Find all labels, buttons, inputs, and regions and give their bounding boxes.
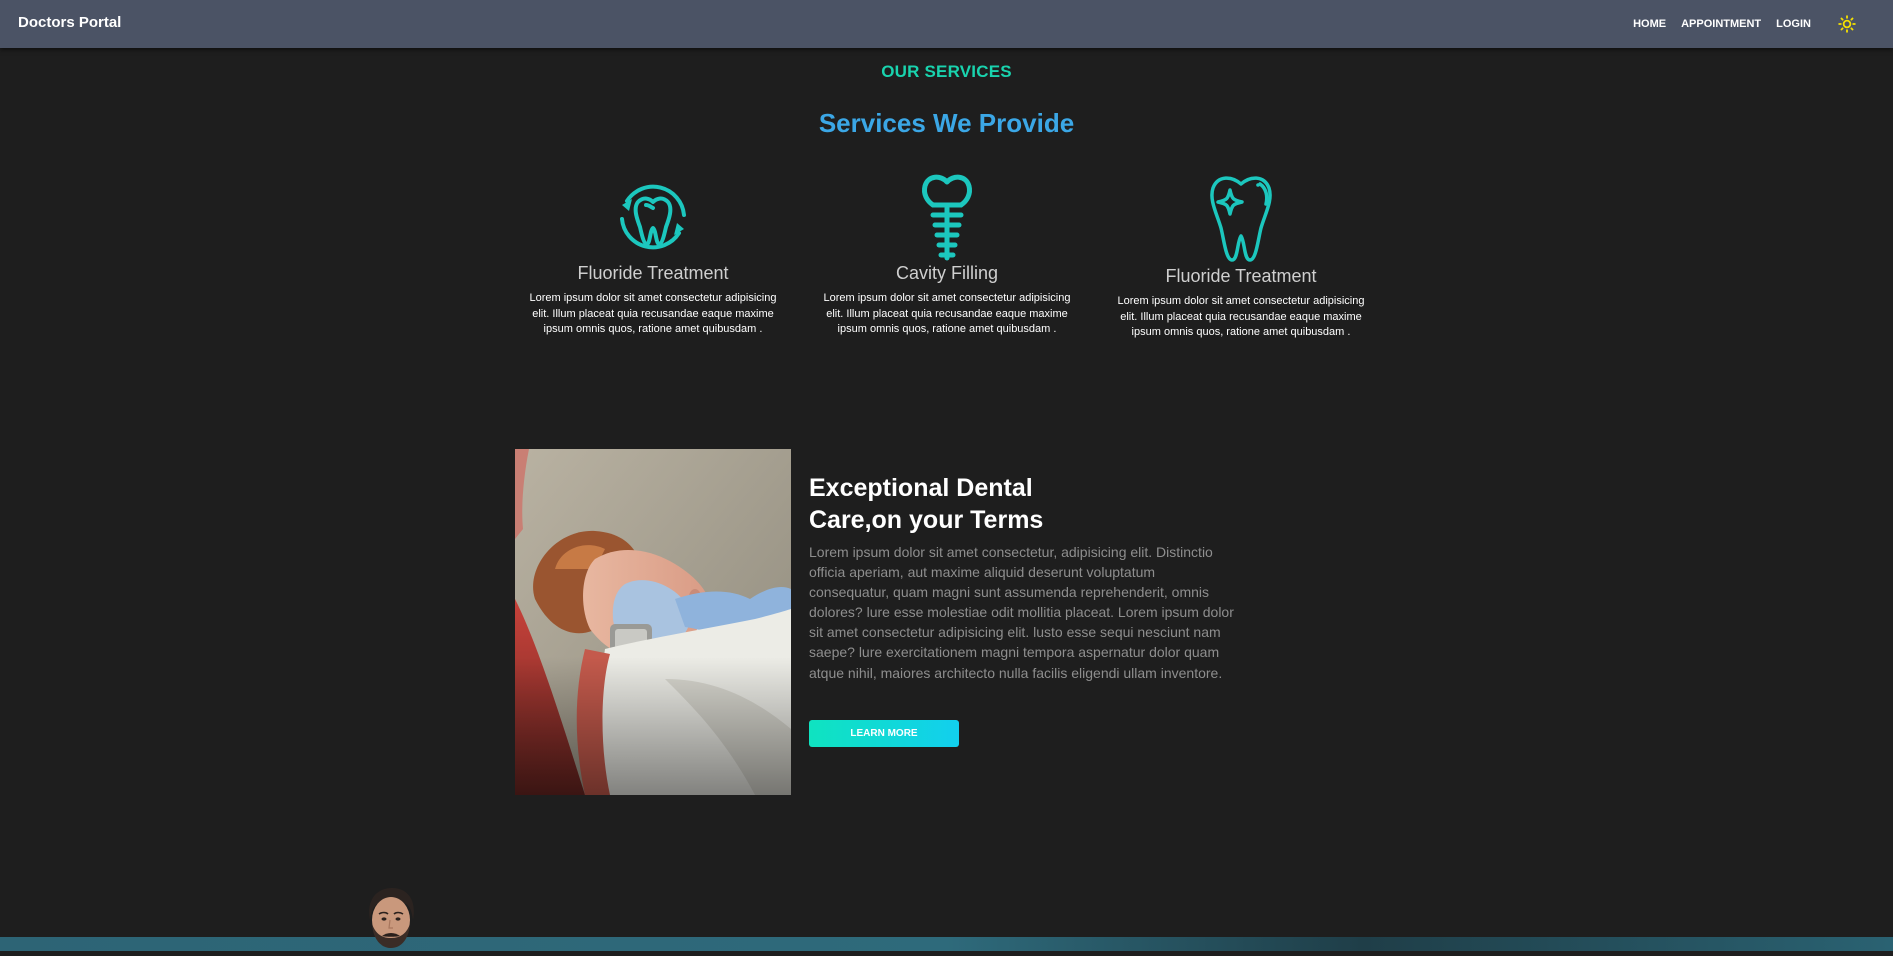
service-card-fluoride-2: Fluoride Treatment Lorem ipsum dolor sit… <box>1111 172 1371 341</box>
dental-patient-photo <box>515 449 791 795</box>
care-title-line2: Care,on your Terms <box>809 506 1044 534</box>
sparkling-tooth-icon <box>1210 176 1272 262</box>
service-description: Lorem ipsum dolor sit amet consectetur a… <box>823 292 1071 335</box>
appointment-banner-top <box>0 937 1893 951</box>
service-name: Fluoride Treatment <box>577 263 729 283</box>
service-description: Lorem ipsum dolor sit amet consectetur a… <box>1117 295 1365 338</box>
theme-toggle-button[interactable] <box>1837 14 1857 34</box>
services-title: Services We Provide <box>818 108 1075 138</box>
navbar: Doctors Portal HOME APPOINTMENT LOGIN <box>0 0 1893 48</box>
nav-login-link[interactable]: LOGIN <box>1776 18 1811 30</box>
sun-icon <box>1838 15 1856 33</box>
service-card-cavity: Cavity Filling Lorem ipsum dolor sit ame… <box>817 172 1077 338</box>
care-title: Exceptional Dental Care,on your Terms <box>809 472 1129 536</box>
care-description: Lorem ipsum dolor sit amet consectetur, … <box>809 544 1234 681</box>
nav-home-link[interactable]: HOME <box>1633 18 1666 30</box>
dental-implant-icon <box>922 174 972 261</box>
learn-more-button[interactable]: LEARN MORE <box>809 720 959 747</box>
tooth-cycle-icon <box>620 184 686 250</box>
care-title-line1: Exceptional Dental <box>809 474 1033 502</box>
service-card-fluoride: Fluoride Treatment Lorem ipsum dolor sit… <box>523 172 783 338</box>
nav-links: HOME APPOINTMENT LOGIN <box>1618 0 1857 48</box>
service-name: Cavity Filling <box>895 263 999 283</box>
services-eyebrow: OUR SERVICES <box>881 62 1012 81</box>
service-name: Fluoride Treatment <box>1165 266 1317 286</box>
doctor-portrait <box>362 886 420 951</box>
brand-logo[interactable]: Doctors Portal <box>18 14 121 31</box>
service-description: Lorem ipsum dolor sit amet consectetur a… <box>529 292 777 335</box>
nav-appointment-link[interactable]: APPOINTMENT <box>1681 18 1761 30</box>
